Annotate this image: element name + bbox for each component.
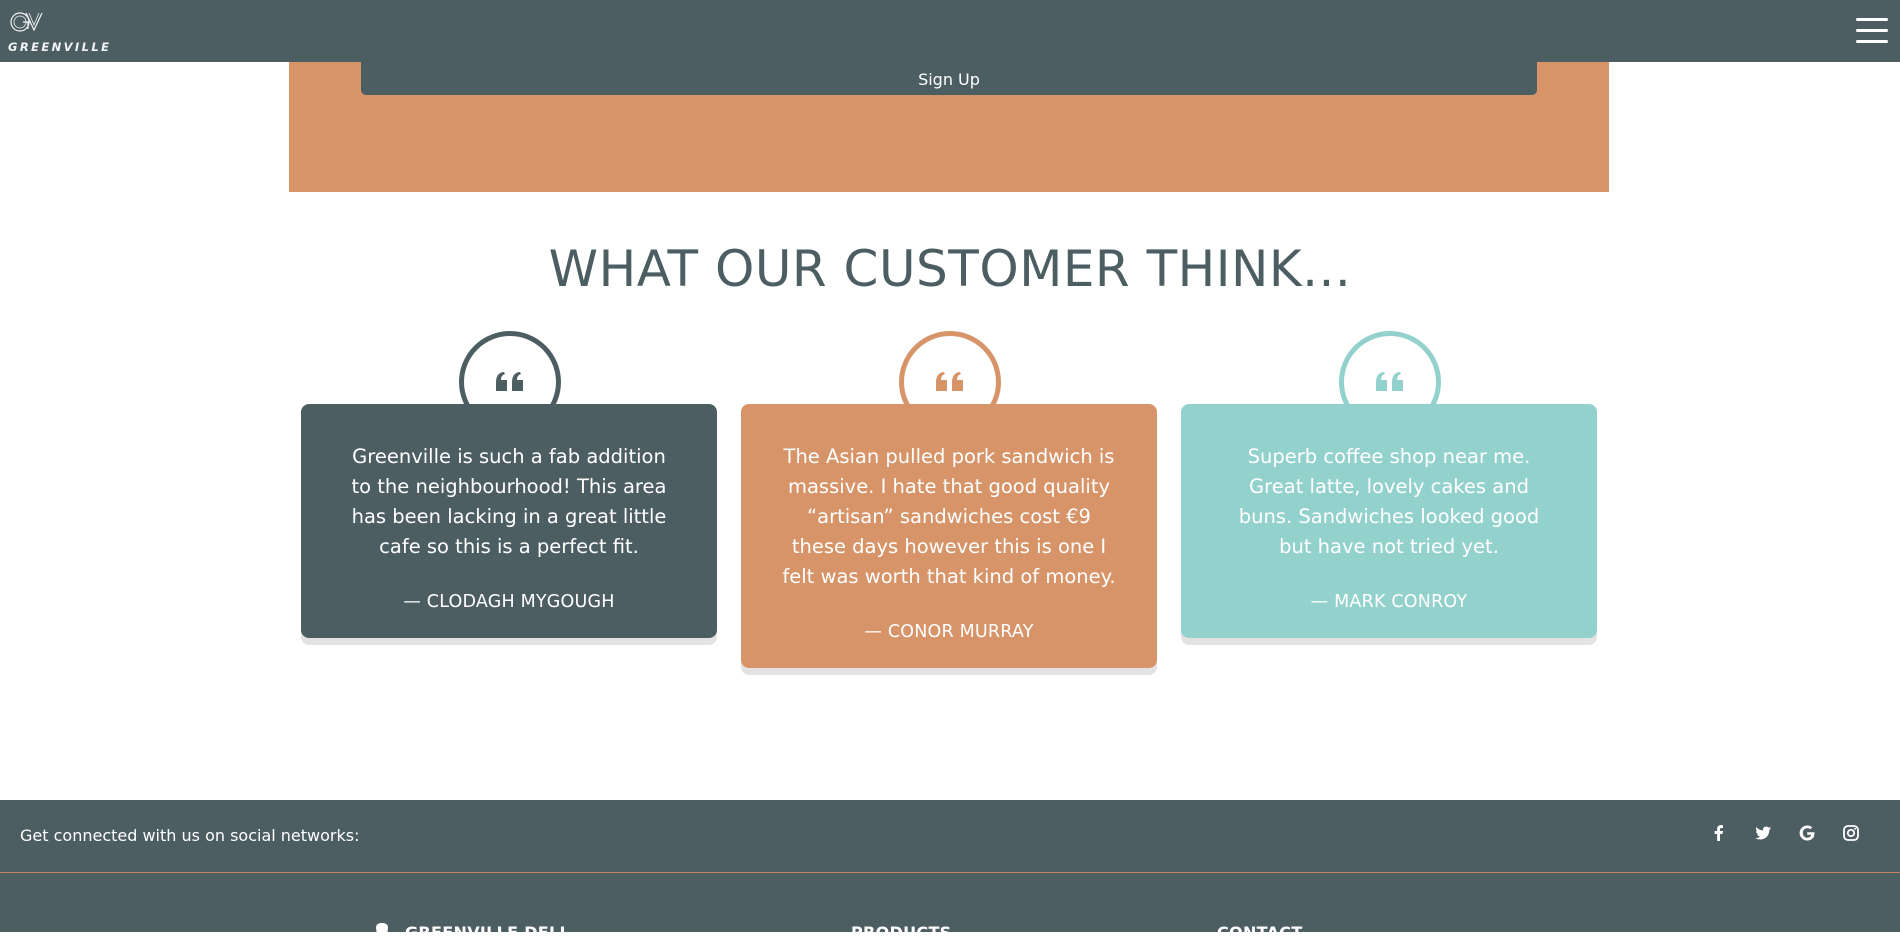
testimonial-card: Superb coffee shop near me. Great latte,…	[1181, 404, 1597, 638]
testimonial-author: — CONOR MURRAY	[864, 622, 1034, 642]
brand-logo[interactable]: GREENVILLE	[6, 10, 109, 58]
cookie-icon	[376, 923, 388, 935]
footer-heading-products: PRODUCTS	[851, 923, 952, 942]
footer-links: GREENVILLE DELI PRODUCTS CONTACT	[0, 873, 1900, 942]
testimonial-card: The Asian pulled pork sandwich is massiv…	[741, 404, 1157, 668]
quote-icon	[936, 372, 963, 391]
instagram-icon[interactable]	[1842, 824, 1860, 842]
social-icons	[1710, 824, 1860, 848]
testimonials-title: WHAT OUR CUSTOMER THINK...	[548, 240, 1352, 298]
hamburger-icon[interactable]	[1856, 16, 1888, 46]
facebook-icon[interactable]	[1710, 824, 1728, 842]
gv-monogram-icon	[10, 12, 43, 32]
navbar: GREENVILLE	[0, 0, 1900, 62]
testimonial-quote: Greenville is such a fab addition to the…	[351, 445, 667, 558]
signup-band: Sign Up	[289, 62, 1609, 192]
footer-social-bar: Get connected with us on social networks…	[0, 800, 1900, 873]
quote-icon	[496, 372, 523, 391]
sign-up-button[interactable]: Sign Up	[361, 62, 1537, 95]
testimonial-card: Greenville is such a fab addition to the…	[301, 404, 717, 638]
testimonial-quote: Superb coffee shop near me. Great latte,…	[1238, 445, 1540, 558]
brand-name: GREENVILLE	[8, 40, 112, 54]
quote-icon	[1376, 372, 1403, 391]
testimonial-author: — MARK CONROY	[1310, 592, 1468, 612]
footer-heading-greenville-deli: GREENVILLE DELI	[405, 923, 566, 942]
testimonial-author: — CLODAGH MYGOUGH	[403, 592, 615, 612]
social-text: Get connected with us on social networks…	[20, 826, 360, 845]
twitter-icon[interactable]	[1754, 824, 1772, 842]
testimonial-quote: The Asian pulled pork sandwich is massiv…	[782, 445, 1116, 588]
google-icon[interactable]	[1798, 824, 1816, 842]
footer-heading-contact: CONTACT	[1217, 923, 1303, 942]
